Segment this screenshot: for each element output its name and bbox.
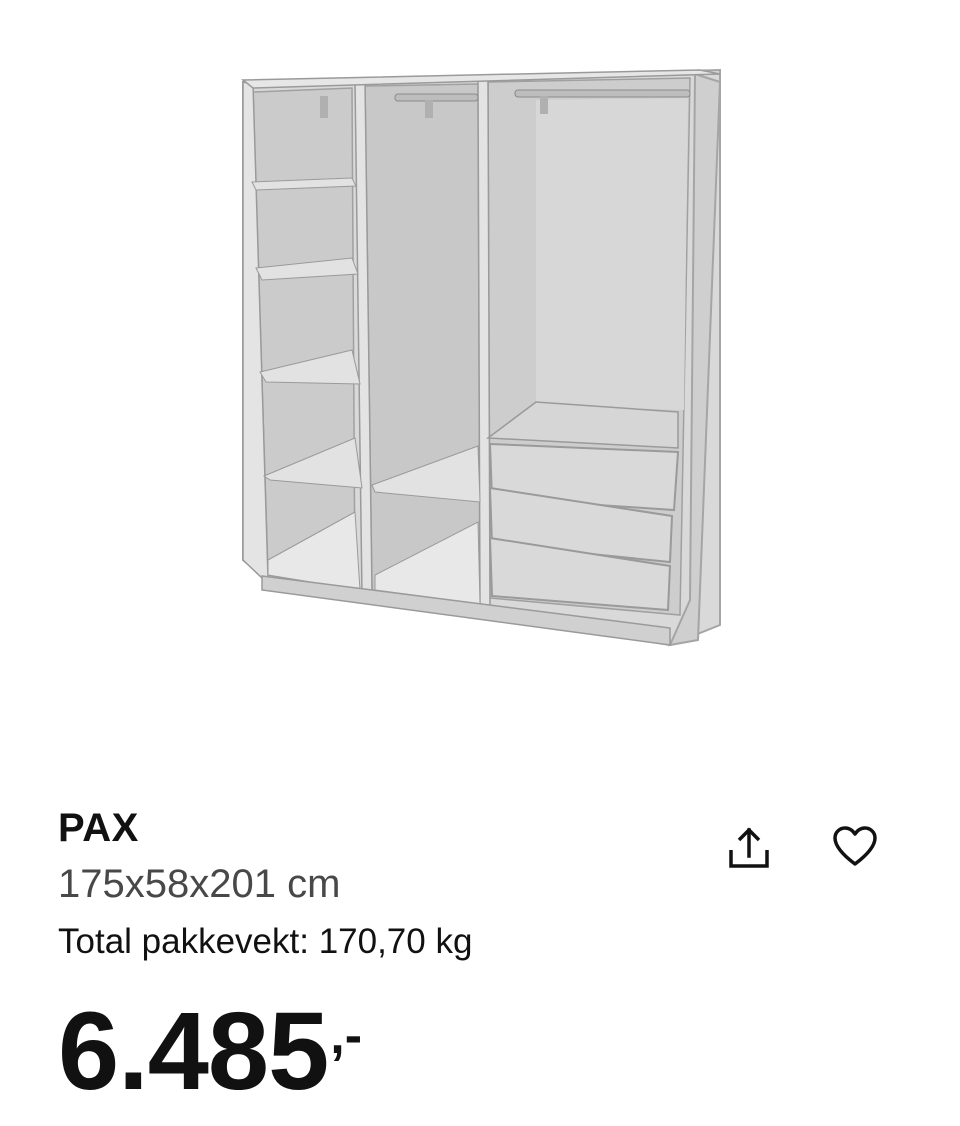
product-weight: Total pakkevekt: 170,70 kg: [58, 922, 473, 961]
price-value: 6.485: [58, 990, 329, 1113]
product-price: 6.485 ,-: [58, 992, 362, 1112]
price-suffix: ,-: [330, 1007, 363, 1065]
product-image[interactable]: [0, 0, 960, 780]
product-name[interactable]: PAX: [58, 800, 698, 856]
share-button[interactable]: [719, 818, 779, 878]
favorite-button[interactable]: [825, 816, 885, 876]
product-dimensions: 175x58x201 cm: [58, 862, 341, 906]
share-icon: [729, 827, 769, 868]
product-info: PAX 175x58x201 cm Total pakkevekt: 170,7…: [58, 800, 698, 966]
wardrobe-illustration: [240, 68, 722, 647]
product-page: PAX 175x58x201 cm Total pakkevekt: 170,7…: [0, 0, 960, 1126]
heart-icon: [833, 826, 877, 866]
